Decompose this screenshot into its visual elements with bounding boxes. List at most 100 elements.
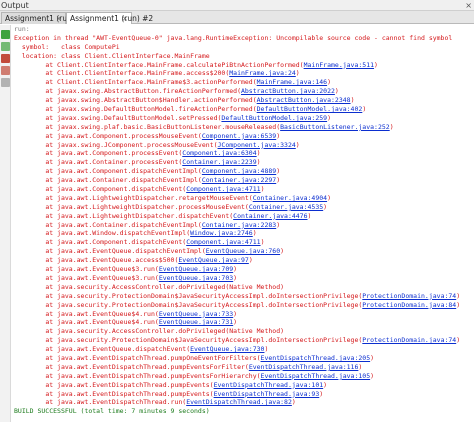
close-tab-icon[interactable]: × [56, 13, 62, 24]
console-line: at java.security.ProtectionDomain$JavaSe… [12, 336, 474, 345]
stop-icon[interactable] [1, 54, 10, 63]
console-line-suffix: ) [280, 247, 285, 256]
stacktrace-source-link[interactable]: JComponent.java:3324 [218, 141, 296, 149]
console-line-text: at java.awt.LightweightDispatcher.retarg… [14, 193, 253, 202]
stacktrace-source-link[interactable]: DefaultButtonModel.java:402 [257, 105, 363, 113]
console-line-suffix: ) [456, 300, 461, 309]
console-line: at javax.swing.AbstractButton$Handler.ac… [12, 96, 474, 105]
stacktrace-source-link[interactable]: EventQueue.java:97 [178, 256, 248, 264]
console-line: symbol: class ComputePi [12, 43, 474, 52]
console-line-text: at java.awt.EventDispatchThread.pumpEven… [14, 362, 249, 371]
console-line-text: at Client.ClientInterface.MainFrame.acce… [14, 69, 230, 78]
stacktrace-source-link[interactable]: AbstractButton.java:2348 [257, 96, 351, 104]
console-line: at javax.swing.DefaultButtonModel.setPre… [12, 114, 474, 123]
console-line-text: at Client.ClientInterface.MainFrame.calc… [14, 60, 304, 69]
stacktrace-source-link[interactable]: Component.java:4889 [202, 167, 276, 175]
stacktrace-source-link[interactable]: EventQueue.java:731 [159, 318, 233, 326]
console-line-text: at java.awt.EventQueue.dispatchEventImpl… [14, 247, 206, 256]
console-line-suffix: ) [276, 167, 281, 176]
console-line: at java.awt.LightweightDispatcher.dispat… [12, 212, 474, 221]
stacktrace-source-link[interactable]: ProtectionDomain.java:84 [362, 301, 456, 309]
settings-icon[interactable] [1, 78, 10, 87]
console-line-suffix: ) [327, 78, 332, 87]
stacktrace-source-link[interactable]: Container.java:4904 [253, 194, 327, 202]
stacktrace-source-link[interactable]: EventDispatchThread.java:105 [261, 372, 371, 380]
stacktrace-source-link[interactable]: Container.java:4535 [249, 203, 323, 211]
console-line: at java.awt.Container.dispatchEventImpl(… [12, 221, 474, 230]
console-line: at Client.ClientInterface.MainFrame.acce… [12, 69, 474, 78]
console-line-suffix: ) [389, 122, 394, 131]
console-line-suffix: ) [256, 149, 261, 158]
console-line-text: BUILD SUCCESSFUL (total time: 7 minutes … [14, 407, 210, 416]
stacktrace-source-link[interactable]: Window.java:2746 [190, 229, 253, 237]
stacktrace-source-link[interactable]: MainFrame.java:146 [257, 78, 327, 86]
console-line-text: at javax.swing.DefaultButtonModel.fireAc… [14, 105, 257, 114]
console-line-text: at javax.swing.AbstractButton$Handler.ac… [14, 96, 257, 105]
console-line-suffix: ) [233, 309, 238, 318]
stacktrace-source-link[interactable]: EventDispatchThread.java:205 [261, 354, 371, 362]
console-line: at javax.swing.JComponent.processMouseEv… [12, 141, 474, 150]
run-icon[interactable] [1, 30, 10, 39]
stacktrace-source-link[interactable]: EventDispatchThread.java:93 [214, 390, 320, 398]
stacktrace-source-link[interactable]: EventDispatchThread.java:101 [214, 381, 324, 389]
stacktrace-source-link[interactable]: Container.java:2283 [202, 221, 276, 229]
stacktrace-source-link[interactable]: AbstractButton.java:2022 [241, 87, 335, 95]
stacktrace-source-link[interactable]: Component.java:6304 [182, 149, 256, 157]
stacktrace-source-link[interactable]: EventQueue.java:733 [159, 310, 233, 318]
stacktrace-source-link[interactable]: EventDispatchThread.java:116 [249, 363, 359, 371]
console-line-text: at java.awt.Container.dispatchEventImpl( [14, 176, 202, 185]
console-line-text: at java.awt.EventQueue.dispatchEvent( [14, 345, 191, 354]
stacktrace-source-link[interactable]: ProtectionDomain.java:74 [362, 292, 456, 300]
stacktrace-source-link[interactable]: Component.java:6539 [202, 132, 276, 140]
stacktrace-source-link[interactable]: MainFrame.java:24 [229, 69, 296, 77]
tab-assignment1-run-2[interactable]: Assignment1 (run) #2 × [66, 12, 153, 24]
console-line: at java.awt.Component.dispatchEvent(Comp… [12, 185, 474, 194]
console-line-text: at java.awt.Component.processEvent( [14, 149, 183, 158]
close-tab-icon[interactable]: × [122, 13, 128, 24]
console-output[interactable]: run: Exception in thread "AWT-EventQueue-… [12, 25, 474, 422]
rerun-icon[interactable] [1, 42, 10, 51]
console-line-text: at java.awt.EventDispatchThread.pumpEven… [14, 389, 214, 398]
stacktrace-source-link[interactable]: EventDispatchThread.java:82 [186, 398, 292, 406]
console-line-text: at javax.swing.DefaultButtonModel.setPre… [14, 113, 222, 122]
stacktrace-source-link[interactable]: Container.java:2239 [182, 158, 256, 166]
console-line-text: at java.awt.LightweightDispatcher.dispat… [14, 211, 234, 220]
console-line: at java.awt.Container.dispatchEventImpl(… [12, 176, 474, 185]
stacktrace-source-link[interactable]: Component.java:4711 [186, 238, 260, 246]
console-line: at java.awt.LightweightDispatcher.retarg… [12, 194, 474, 203]
console-line-text: at java.awt.EventQueue$4.run( [14, 318, 159, 327]
console-line-suffix: ) [323, 202, 328, 211]
close-window-icon[interactable]: × [465, 0, 472, 11]
stacktrace-source-link[interactable]: EventQueue.java:730 [190, 345, 264, 353]
console-line-text: at java.awt.EventQueue$3.run( [14, 273, 159, 282]
stacktrace-source-link[interactable]: MainFrame.java:511 [304, 61, 374, 69]
console-line-suffix: ) [264, 345, 269, 354]
console-line-text: at java.awt.Component.processMouseEvent( [14, 131, 202, 140]
console-line: at java.awt.EventQueue$3.run(EventQueue.… [12, 274, 474, 283]
console-line: at java.awt.LightweightDispatcher.proces… [12, 203, 474, 212]
stop-all-icon[interactable] [1, 66, 10, 75]
console-line-text: at java.awt.LightweightDispatcher.proces… [14, 202, 249, 211]
stacktrace-source-link[interactable]: Container.java:4476 [233, 212, 307, 220]
tab-label: Assignment1 (run) #2 [70, 14, 154, 23]
console-line-text: at javax.swing.plaf.basic.BasicButtonLis… [14, 122, 281, 131]
stacktrace-source-link[interactable]: ProtectionDomain.java:74 [362, 336, 456, 344]
console-line-suffix: ) [260, 185, 265, 194]
stacktrace-source-link[interactable]: EventQueue.java:760 [206, 247, 280, 255]
console-line-suffix: ) [260, 238, 265, 247]
stacktrace-source-link[interactable]: DefaultButtonModel.java:259 [221, 114, 327, 122]
console-line: at java.awt.Component.processMouseEvent(… [12, 132, 474, 141]
stacktrace-source-link[interactable]: EventQueue.java:709 [159, 265, 233, 273]
console-line-text: at java.awt.EventQueue$4.run( [14, 309, 159, 318]
stacktrace-source-link[interactable]: BasicButtonListener.java:252 [280, 123, 390, 131]
output-window-titlebar: Output × [0, 0, 474, 11]
stacktrace-source-link[interactable]: EventQueue.java:703 [159, 274, 233, 282]
console-line-suffix: ) [233, 318, 238, 327]
console-line-suffix: ) [276, 176, 281, 185]
stacktrace-source-link[interactable]: Component.java:4711 [186, 185, 260, 193]
console-line-suffix: ) [327, 193, 332, 202]
console-line: at java.awt.EventDispatchThread.run(Even… [12, 398, 474, 407]
stacktrace-source-link[interactable]: Container.java:2297 [202, 176, 276, 184]
console-line: at javax.swing.AbstractButton.fireAction… [12, 87, 474, 96]
tab-assignment1-run[interactable]: Assignment1 (run) × [1, 12, 75, 24]
